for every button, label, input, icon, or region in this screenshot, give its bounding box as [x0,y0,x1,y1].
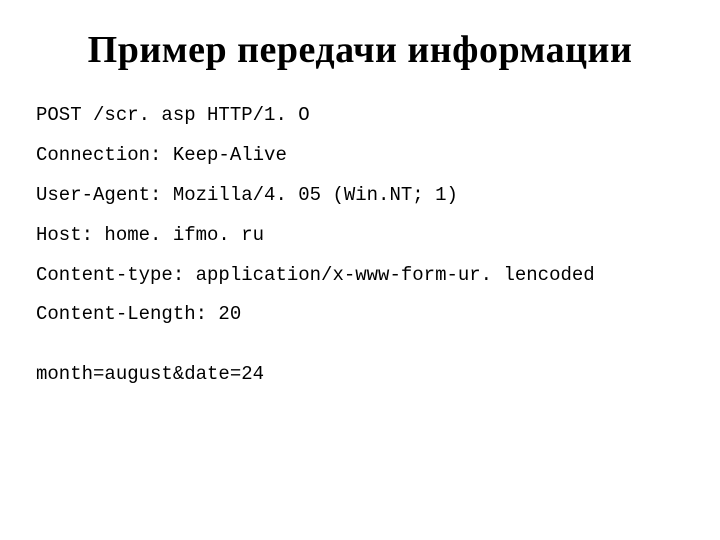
request-body: month=august&date=24 [36,355,684,395]
header-content-type: Content-type: application/x-www-form-ur.… [36,256,684,296]
header-user-agent: User-Agent: Mozilla/4. 05 (Win.NT; 1) [36,176,684,216]
request-line: POST /scr. asp HTTP/1. O [36,96,684,136]
blank-line [36,335,684,355]
http-request-example: POST /scr. asp HTTP/1. O Connection: Kee… [36,96,684,395]
slide-title: Пример передачи информации [36,28,684,72]
header-content-length: Content-Length: 20 [36,295,684,335]
header-connection: Connection: Keep-Alive [36,136,684,176]
header-host: Host: home. ifmo. ru [36,216,684,256]
